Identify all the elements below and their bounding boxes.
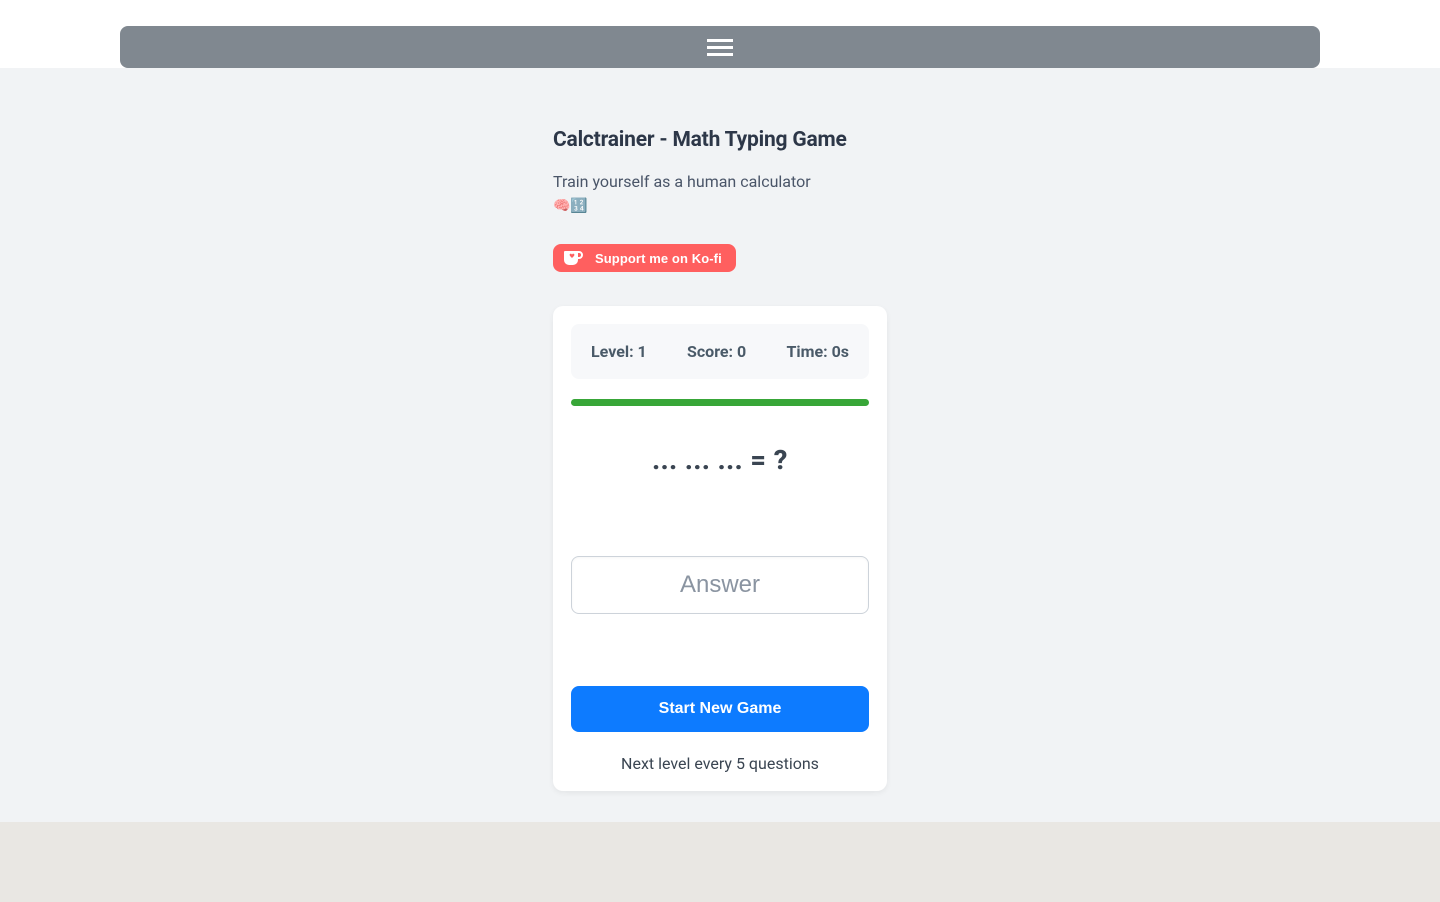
kofi-button[interactable]: Support me on Ko-fi <box>553 244 736 272</box>
stat-level: Level: 1 <box>591 342 647 361</box>
game-card: Level: 1 Score: 0 Time: 0s ... ... ... =… <box>553 306 887 791</box>
hint-text: Next level every 5 questions <box>571 754 869 773</box>
kofi-icon <box>563 250 585 266</box>
question-text: ... ... ... = ? <box>571 444 869 476</box>
menu-icon[interactable] <box>707 39 733 56</box>
page-subtitle: Train yourself as a human calculator <box>553 170 887 194</box>
navbar <box>120 26 1320 68</box>
page-title: Calctrainer - Math Typing Game <box>553 128 887 152</box>
start-new-game-button[interactable]: Start New Game <box>571 686 869 732</box>
footer-band <box>0 822 1440 902</box>
emoji-line: 🧠🔢 <box>553 198 887 214</box>
stats-bar: Level: 1 Score: 0 Time: 0s <box>571 324 869 379</box>
stat-time: Time: 0s <box>786 342 849 361</box>
stat-score: Score: 0 <box>687 342 746 361</box>
kofi-label: Support me on Ko-fi <box>595 251 722 266</box>
answer-input[interactable] <box>571 556 869 614</box>
progress-bar <box>571 399 869 406</box>
